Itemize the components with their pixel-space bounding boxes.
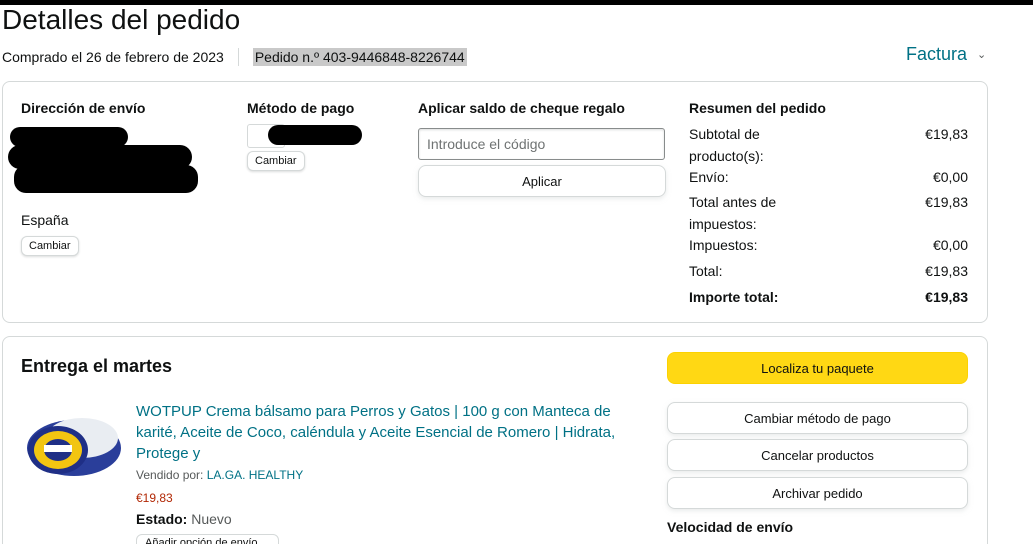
archive-order-button[interactable]: Archivar pedido	[667, 477, 968, 509]
chevron-down-icon: ⌄	[977, 49, 987, 61]
gift-code-input[interactable]	[418, 128, 665, 160]
summary-value: €19,83	[925, 263, 968, 279]
purchase-date: Comprado el 26 de febrero de 2023	[2, 49, 224, 65]
product-price: €19,83	[136, 491, 173, 505]
change-payment-method-button[interactable]: Cambiar método de pago	[667, 402, 968, 434]
shipping-heading: Dirección de envío	[21, 100, 146, 116]
summary-label: Subtotal de producto(s):	[689, 126, 764, 164]
summary-row: Total antes de impuestos: €19,83	[689, 191, 968, 235]
summary-row: Subtotal de producto(s): €19,83	[689, 123, 968, 167]
summary-row: Total: €19,83	[689, 260, 968, 282]
summary-value: €19,83	[925, 126, 968, 142]
summary-total-row: Importe total: €19,83	[689, 286, 968, 308]
shipping-speed-heading: Velocidad de envío	[667, 519, 794, 535]
apply-gift-button[interactable]: Aplicar	[418, 165, 666, 197]
product-image[interactable]	[24, 414, 124, 478]
product-status: Estado: Nuevo	[136, 511, 232, 527]
page-title: Detalles del pedido	[2, 4, 241, 35]
summary-value: €19,83	[925, 289, 968, 305]
shipping-country: España	[21, 212, 69, 228]
summary-row: Impuestos: €0,00	[689, 234, 968, 256]
order-number: Pedido n.º 403-9446848-8226744	[252, 48, 467, 66]
seller-info: Vendido por: LA.GA. HEALTHY	[136, 468, 303, 482]
product-title-link[interactable]: WOTPUP Crema bálsamo para Perros y Gatos…	[136, 401, 636, 464]
track-package-button[interactable]: Localiza tu paquete	[667, 352, 968, 384]
summary-label: Total:	[689, 263, 723, 279]
delivery-heading: Entrega el martes	[21, 356, 173, 376]
gift-heading: Aplicar saldo de cheque regalo	[418, 100, 625, 116]
invoice-label: Factura	[906, 44, 968, 64]
add-shipping-option-button[interactable]: Añadir opción de envío	[136, 534, 279, 544]
summary-label: Importe total:	[689, 289, 779, 305]
payment-heading: Método de pago	[247, 100, 355, 116]
seller-link[interactable]: LA.GA. HEALTHY	[207, 468, 303, 482]
redacted-payment-info	[268, 125, 362, 145]
summary-label: Envío:	[689, 169, 729, 185]
divider	[237, 48, 239, 66]
summary-label: Impuestos:	[689, 237, 758, 253]
redacted-address-line	[10, 127, 128, 147]
change-payment-button[interactable]: Cambiar	[247, 151, 305, 171]
summary-row: Envío: €0,00	[689, 166, 968, 188]
summary-value: €19,83	[925, 194, 968, 210]
invoice-dropdown[interactable]: Factura ⌄	[906, 44, 986, 65]
summary-label: Total antes de impuestos:	[689, 194, 777, 232]
order-meta: Comprado el 26 de febrero de 2023 Pedido…	[2, 48, 467, 66]
redacted-address-line	[14, 165, 198, 193]
cancel-items-button[interactable]: Cancelar productos	[667, 439, 968, 471]
change-address-button[interactable]: Cambiar	[21, 236, 79, 256]
status-value: Nuevo	[191, 511, 232, 527]
summary-heading: Resumen del pedido	[689, 100, 826, 116]
seller-label: Vendido por:	[136, 468, 204, 482]
summary-value: €0,00	[932, 237, 968, 253]
summary-value: €0,00	[932, 169, 968, 185]
status-label: Estado:	[136, 511, 188, 527]
